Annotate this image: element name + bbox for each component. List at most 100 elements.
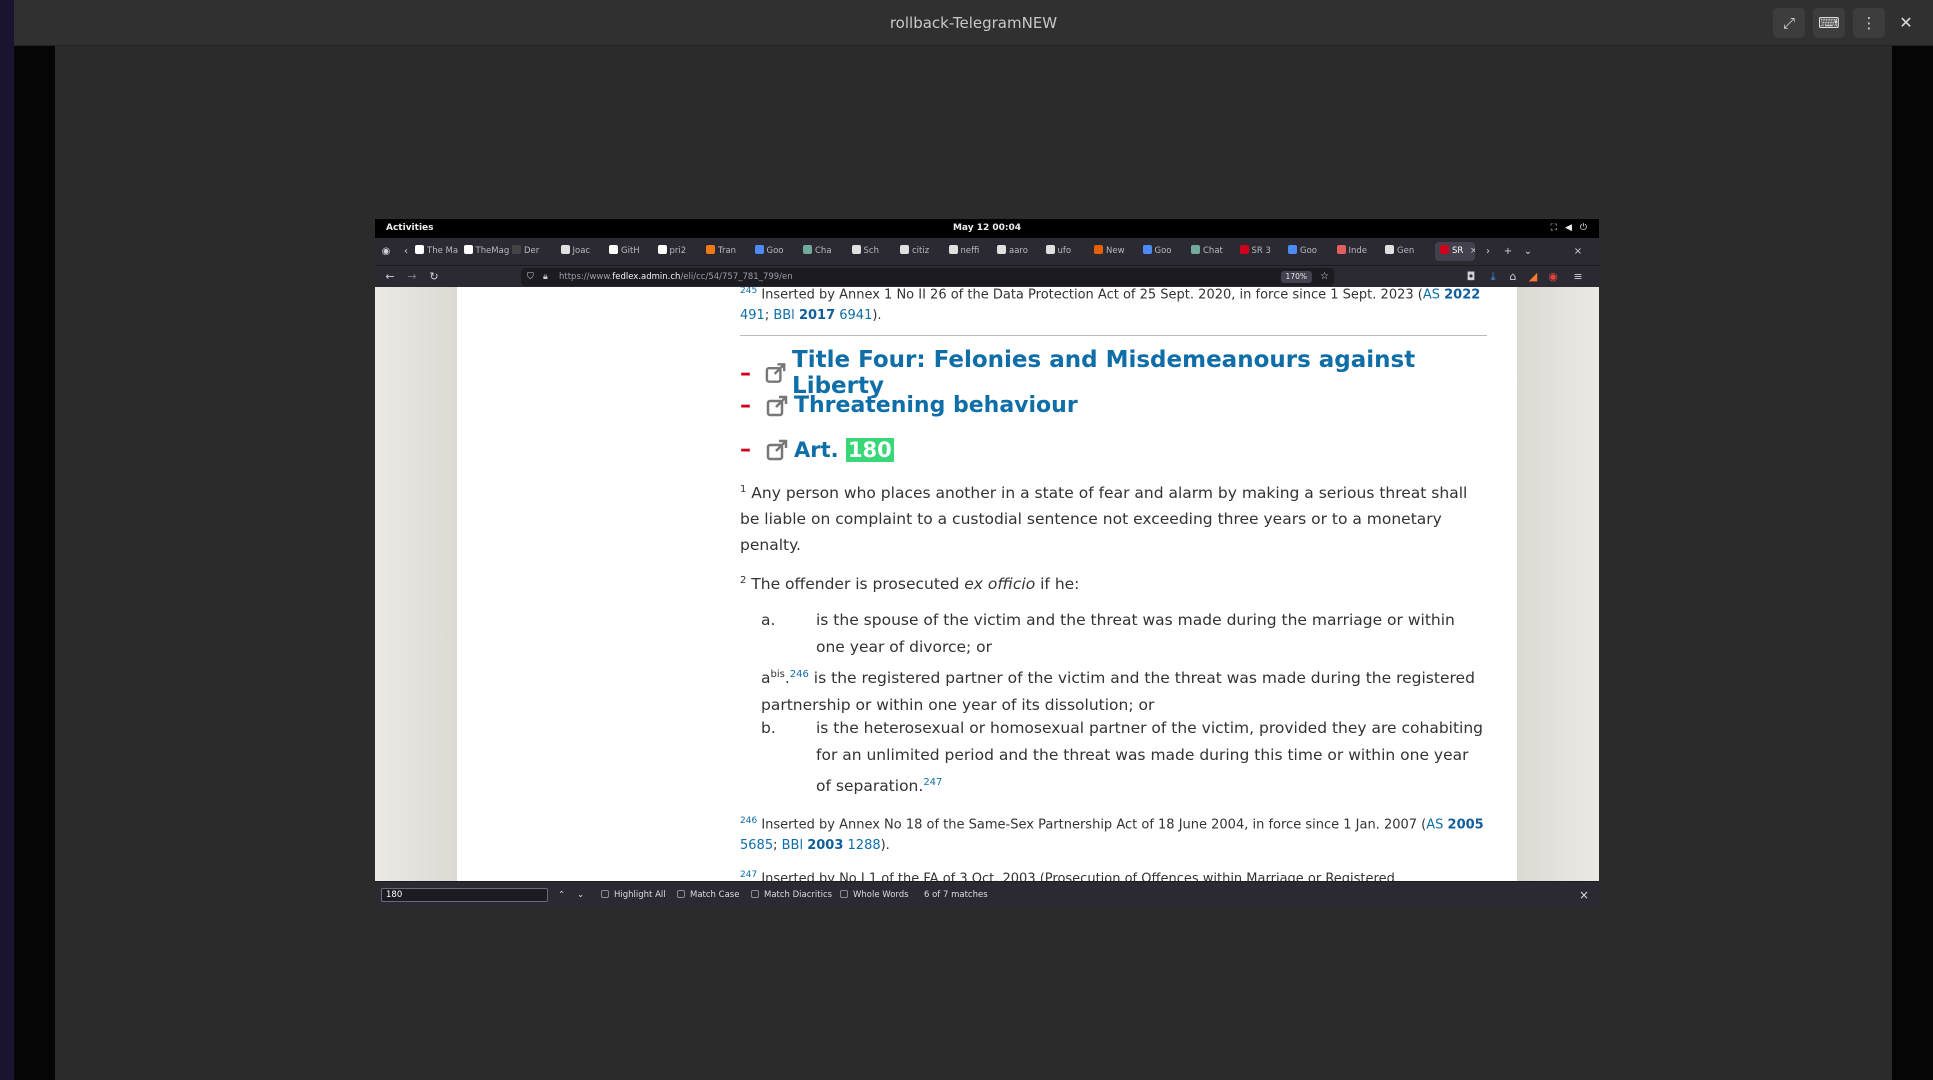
match-case-checkbox[interactable]: Match Case (677, 882, 739, 908)
highlight-all-checkbox[interactable]: Highlight All (601, 882, 666, 908)
fullscreen-icon[interactable]: ⤢ (1773, 8, 1805, 38)
tab[interactable]: Tran (706, 242, 752, 261)
bookmark-star-icon[interactable]: ☆ (1320, 268, 1329, 286)
clock[interactable]: May 12 00:04 (375, 219, 1599, 238)
whole-words-checkbox[interactable]: Whole Words (840, 882, 909, 908)
tab-label: Joac (572, 246, 591, 256)
page-viewport[interactable]: 245 Inserted by Annex 1 No II 26 of the … (375, 287, 1599, 881)
bbl-link[interactable]: BBl 2017 6941 (773, 308, 872, 323)
favicon-icon (997, 245, 1006, 254)
threatening-behaviour-heading[interactable]: – Threatening behaviour (740, 393, 1078, 418)
volume-icon[interactable]: ◀ (1565, 219, 1572, 238)
close-icon[interactable]: ✕ (1891, 8, 1921, 38)
guest-screen[interactable]: Activities May 12 00:04 ⛶ ◀ ⏻ ◉ ‹ The Ma… (375, 219, 1599, 908)
external-link-icon[interactable] (766, 439, 790, 461)
footnote-247-ref[interactable]: 247 (923, 777, 942, 788)
favicon-icon (803, 245, 812, 254)
find-input[interactable]: 180 (381, 888, 548, 902)
bbl-link[interactable]: BBl 2003 1288 (782, 838, 881, 853)
title-four-heading[interactable]: – Title Four: Felonies and Misdemeanours… (740, 347, 1487, 399)
tab[interactable]: Goo (754, 242, 801, 261)
tab-label: Goo (766, 246, 784, 256)
tab[interactable]: Goo (1288, 242, 1334, 261)
tab[interactable]: Goo (1142, 242, 1189, 261)
tab[interactable]: Inde (1336, 242, 1383, 261)
find-previous-icon[interactable]: ⌃ (558, 882, 565, 908)
tab-active[interactable]: SR × (1435, 242, 1475, 261)
footnote-246-ref[interactable]: 246 (790, 669, 809, 680)
menu-kebab-icon[interactable]: ⋮ (1853, 8, 1885, 38)
favicon-icon (657, 245, 667, 254)
favicon-icon (1288, 245, 1297, 254)
app-menu-icon[interactable]: ≡ (1570, 268, 1586, 286)
tab[interactable]: ufo (1045, 242, 1092, 261)
favicon-icon (512, 245, 521, 254)
find-close-icon[interactable]: × (1579, 882, 1589, 908)
favicon-icon (1385, 245, 1394, 254)
pocket-icon[interactable]: ◘ (1463, 268, 1479, 286)
navigation-bar: ← → ↻ ⛉ 🔒︎ https://www.fedlex.admin.ch/e… (375, 265, 1599, 287)
footnote-246: 246 Inserted by Annex No 18 of the Same-… (740, 816, 1484, 854)
tab[interactable]: The Ma (415, 242, 461, 261)
viewer-border-right (1892, 46, 1933, 1080)
tab[interactable]: New (1094, 242, 1140, 261)
remote-viewer-window: rollback-TelegramNEW ⤢ ⌨ ⋮ ✕ Activities … (14, 0, 1933, 1080)
address-bar[interactable]: ⛉ 🔒︎ https://www.fedlex.admin.ch/eli/cc/… (521, 268, 1334, 286)
viewer-border-left (14, 46, 55, 1080)
favicon-icon (1142, 245, 1152, 254)
tab-close-icon[interactable]: × (1470, 246, 1475, 256)
heading-text: Title Four: Felonies and Misdemeanours a… (792, 347, 1416, 399)
back-icon[interactable]: ← (382, 268, 398, 286)
tab[interactable]: Cha (803, 242, 849, 261)
extensions-icon[interactable]: ⌂ (1505, 268, 1521, 286)
tab[interactable]: pri2 (657, 242, 704, 261)
tab-label: New (1106, 246, 1125, 256)
collapse-icon[interactable]: – (740, 361, 765, 386)
firefox-view-icon[interactable]: ◉ (379, 242, 393, 261)
tab-label: Tran (718, 246, 737, 256)
footnote-245-number[interactable]: 245 (740, 287, 757, 296)
collapse-icon[interactable]: – (740, 393, 766, 418)
system-tray[interactable]: ⛶ ◀ ⏻ (1551, 219, 1587, 238)
favicon-icon (1336, 245, 1346, 254)
tab[interactable]: TheMag (463, 242, 510, 261)
collapse-icon[interactable]: – (740, 437, 766, 462)
favicon-icon (706, 245, 715, 254)
tab[interactable]: Joac (560, 242, 607, 261)
find-next-icon[interactable]: ⌄ (577, 882, 584, 908)
new-tab-icon[interactable]: + (1501, 242, 1515, 261)
tab[interactable]: neffi (948, 242, 995, 261)
tab[interactable]: Chat (1191, 242, 1237, 261)
match-diacritics-checkbox[interactable]: Match Diacritics (751, 882, 832, 908)
tab[interactable]: Gen (1385, 242, 1431, 261)
power-icon[interactable]: ⏻ (1580, 219, 1587, 238)
tab[interactable]: Der (512, 242, 558, 261)
forward-icon[interactable]: → (404, 268, 420, 286)
external-link-icon[interactable] (765, 362, 788, 384)
lock-icon[interactable]: 🔒︎ (543, 268, 548, 286)
addon-icon[interactable]: ◢ (1525, 268, 1541, 286)
network-icon[interactable]: ⛶ (1551, 219, 1557, 238)
url-text[interactable]: https://www.fedlex.admin.ch/eli/cc/54/75… (559, 268, 793, 286)
article-180-heading[interactable]: – Art. 180 (740, 437, 894, 462)
item-a-label: a. (761, 611, 776, 629)
tab[interactable]: SR 3 (1239, 242, 1286, 261)
window-close-icon[interactable]: × (1571, 242, 1585, 261)
reload-icon[interactable]: ↻ (426, 268, 442, 286)
favicon-icon (851, 245, 861, 254)
footnote-246-number[interactable]: 246 (740, 816, 757, 826)
tab[interactable]: citiz (900, 242, 946, 261)
downloads-icon[interactable]: ⤓ (1485, 268, 1501, 286)
shield-icon[interactable]: ⛉ (527, 268, 534, 286)
external-link-icon[interactable] (766, 395, 790, 417)
tabs-scroll-left-icon[interactable]: ‹ (399, 242, 413, 261)
addon-badge-icon[interactable]: ◉ (1545, 268, 1561, 286)
keyboard-icon[interactable]: ⌨ (1813, 8, 1845, 38)
tab[interactable]: GitH (609, 242, 655, 261)
zoom-level-badge[interactable]: 170% (1280, 271, 1312, 283)
tab[interactable]: aaro (997, 242, 1043, 261)
favicon-icon (900, 245, 909, 254)
tabs-scroll-right-icon[interactable]: › (1481, 242, 1495, 261)
tab-list-icon[interactable]: ⌄ (1521, 242, 1535, 261)
tab[interactable]: Sch (851, 242, 898, 261)
